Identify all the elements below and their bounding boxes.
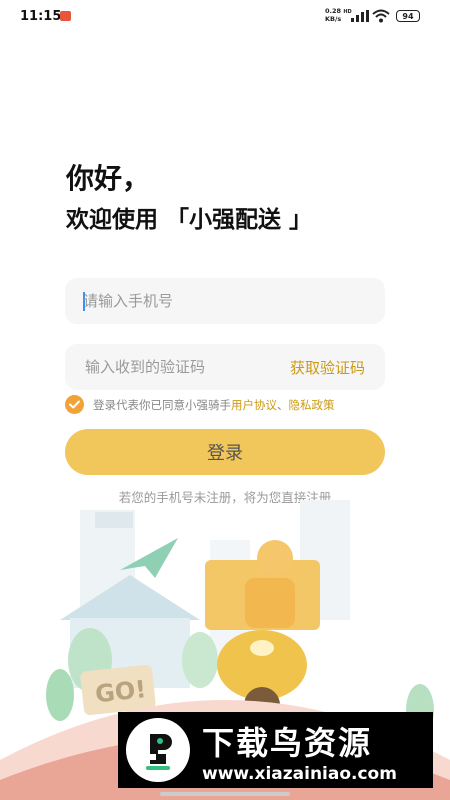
sign-board xyxy=(95,512,133,528)
battery-icon: 94 xyxy=(396,10,420,22)
phone-field[interactable] xyxy=(65,278,385,324)
privacy-policy-link[interactable]: 隐私政策 xyxy=(289,398,335,412)
watermark-logo-icon xyxy=(126,718,190,782)
status-time: 11:15 xyxy=(20,9,62,24)
bird-logo-icon xyxy=(146,734,172,770)
agreement-separator: 、 xyxy=(277,398,289,412)
wifi-icon xyxy=(372,9,390,23)
plant-far-left xyxy=(46,669,74,721)
get-code-button[interactable]: 获取验证码 xyxy=(290,357,365,378)
cellular-signal-icon xyxy=(351,10,369,22)
greeting-title: 你好， xyxy=(66,162,151,195)
welcome-title: 欢迎使用 「小强配送 」 xyxy=(66,207,313,233)
network-speed-value: 0.28 xyxy=(325,7,342,15)
phone-input[interactable] xyxy=(83,289,363,313)
home-indicator[interactable] xyxy=(160,792,290,796)
code-field[interactable]: 获取验证码 xyxy=(65,344,385,390)
agreement-prefix: 登录代表你已同意小强骑手 xyxy=(93,398,231,412)
watermark-title: 下载鸟资源 xyxy=(202,724,373,762)
network-speed-unit: KB/s xyxy=(325,15,342,23)
plant-right xyxy=(182,632,218,688)
rider-body xyxy=(245,578,295,628)
battery-level: 94 xyxy=(402,12,414,21)
login-button[interactable]: 登录 xyxy=(65,429,385,475)
agreement-text: 登录代表你已同意小强骑手用户协议、隐私政策 xyxy=(93,397,335,413)
notification-icon xyxy=(60,11,71,21)
rider-head xyxy=(257,540,293,576)
watermark-url: www.xiazainiao.com xyxy=(202,764,397,784)
verification-code-input[interactable] xyxy=(85,355,255,379)
status-bar: 11:15 0.28 HD KB/s 94 xyxy=(0,0,450,34)
network-speed: 0.28 HD KB/s xyxy=(325,8,352,23)
go-sign-text: GO! xyxy=(94,675,148,708)
watermark: 下载鸟资源 www.xiazainiao.com xyxy=(118,712,433,788)
agreement-checkbox[interactable] xyxy=(65,395,84,414)
user-agreement-link[interactable]: 用户协议 xyxy=(231,398,277,412)
checkmark-icon xyxy=(69,400,80,409)
scooter-lamp xyxy=(250,640,274,656)
